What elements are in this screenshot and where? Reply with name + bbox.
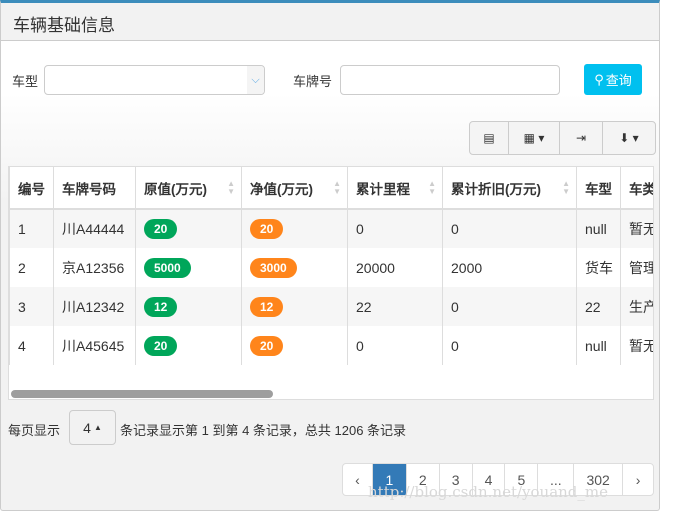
table-toolbar: ▤ ▦ ▾ ⇥ ⬇ ▾ [469,121,656,155]
original-value-badge: 5000 [144,258,191,278]
cell-plate: 川A45645 [54,326,136,365]
sort-icon: ▲▼ [562,180,570,196]
header-plate: 车牌号码 [54,167,136,209]
cell-id: 3 [10,287,54,326]
list-icon: ▤ [483,131,494,145]
net-value-badge: 12 [250,297,283,317]
export-button[interactable]: ⬇ ▾ [603,122,655,154]
plate-label: 车牌号 [293,71,332,90]
cell-plate: 京A12356 [54,248,136,287]
caret-up-icon: ▲ [94,423,102,432]
car-type-label: 车型 [12,71,38,90]
records-summary: 条记录显示第 1 到第 4 条记录，总共 1206 条记录 [120,420,406,439]
cell-id: 2 [10,248,54,287]
header-net-value[interactable]: 净值(万元)▲▼ [242,167,348,209]
header-class: 车类 [621,167,655,209]
grid-icon: ▦ ▾ [524,131,545,145]
cell-net: 3000 [242,248,348,287]
horizontal-scrollbar[interactable] [9,388,653,400]
export-icon: ⬇ ▾ [619,131,638,145]
cell-id: 1 [10,209,54,248]
cell-net: 20 [242,209,348,248]
plate-input[interactable] [340,65,560,95]
cell-id: 4 [10,326,54,365]
cell-plate: 川A44444 [54,209,136,248]
original-value-badge: 20 [144,336,177,356]
watermark: http://blog.csdn.net/youand_me [368,483,608,501]
cell-orig: 20 [136,209,242,248]
cell-orig: 12 [136,287,242,326]
indent-button[interactable]: ⇥ [560,122,603,154]
cell-depr: 0 [443,287,577,326]
cell-net: 12 [242,287,348,326]
cell-net: 20 [242,326,348,365]
next-page-button[interactable]: › [623,464,653,495]
per-page-dropdown[interactable]: 4▲ [69,410,116,445]
header-depreciation[interactable]: 累计折旧(万元)▲▼ [443,167,577,209]
cell-plate: 川A12342 [54,287,136,326]
panel-title: 车辆基础信息 [1,3,659,41]
search-button[interactable]: ⚲查询 [584,64,642,95]
net-value-badge: 20 [250,336,283,356]
table-row[interactable]: 2京A12356 5000 3000 200002000货车管理 [10,248,655,287]
columns-button[interactable]: ▦ ▾ [509,122,560,154]
cell-orig: 20 [136,326,242,365]
header-mileage[interactable]: 累计里程▲▼ [348,167,443,209]
cell-depr: 0 [443,209,577,248]
original-value-badge: 12 [144,297,177,317]
header-type: 车型 [577,167,621,209]
cell-cls: 管理 [621,248,655,287]
sort-icon: ▲▼ [428,180,436,196]
indent-icon: ⇥ [576,131,586,145]
cell-cls: 生产 [621,287,655,326]
table-row[interactable]: 1川A44444202000null暂无 [10,209,655,248]
toggle-view-button[interactable]: ▤ [470,122,509,154]
cell-type: null [577,326,621,365]
header-original-value[interactable]: 原值(万元)▲▼ [136,167,242,209]
net-value-badge: 3000 [250,258,297,278]
cell-mileage: 22 [348,287,443,326]
per-page-label: 每页显示 [8,420,60,439]
cell-mileage: 20000 [348,248,443,287]
table-row[interactable]: 3川A12342121222022生产 [10,287,655,326]
cell-cls: 暂无 [621,326,655,365]
cell-cls: 暂无 [621,209,655,248]
cell-mileage: 0 [348,326,443,365]
cell-type: 货车 [577,248,621,287]
scrollbar-thumb[interactable] [11,390,273,398]
sort-icon: ▲▼ [333,180,341,196]
sort-icon: ▲▼ [227,180,235,196]
original-value-badge: 20 [144,219,177,239]
car-type-select[interactable]: ⌵ [44,65,265,95]
vehicle-info-panel: 车辆基础信息 车型 ⌵ 车牌号 ⚲查询 ▤ ▦ ▾ ⇥ ⬇ ▾ 编号 车牌号码 … [0,0,660,511]
cell-type: 22 [577,287,621,326]
cell-orig: 5000 [136,248,242,287]
cell-mileage: 0 [348,209,443,248]
data-table: 编号 车牌号码 原值(万元)▲▼ 净值(万元)▲▼ 累计里程▲▼ 累计折旧(万元… [8,166,654,400]
header-id: 编号 [10,167,54,209]
search-icon: ⚲ [594,72,604,88]
net-value-badge: 20 [250,219,283,239]
cell-type: null [577,209,621,248]
chevron-down-icon: ⌵ [247,66,264,94]
cell-depr: 2000 [443,248,577,287]
table-row[interactable]: 4川A45645202000null暂无 [10,326,655,365]
cell-depr: 0 [443,326,577,365]
